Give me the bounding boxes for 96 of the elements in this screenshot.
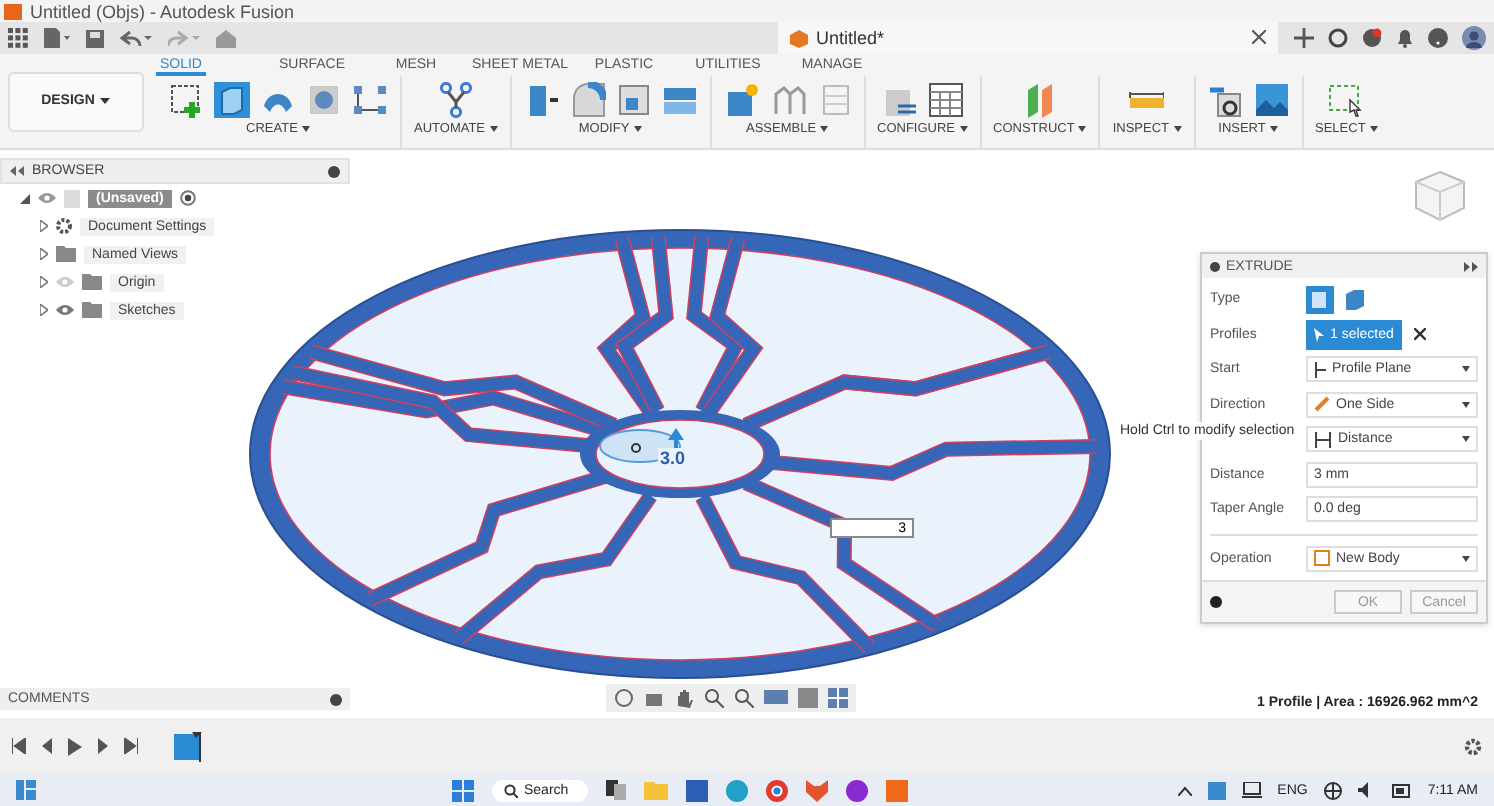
undo-icon[interactable] [120,28,152,48]
eye-icon[interactable] [56,304,74,316]
caret-icon [1269,126,1278,132]
manipulator-label: 3.0 [658,448,688,468]
battery-icon[interactable] [1391,783,1412,797]
clock-icon[interactable] [1328,28,1348,48]
collapsed-triangle-icon[interactable] [40,248,48,260]
caret-icon [1462,436,1470,443]
expanded-triangle-icon[interactable] [20,193,30,203]
new-body-icon [1314,550,1330,567]
save-icon[interactable] [86,29,104,47]
settings-icon[interactable] [1464,737,1482,755]
cursor-icon [1314,327,1324,342]
caret-icon [1462,401,1470,408]
window-select-icon[interactable] [1328,82,1365,118]
caret-icon [100,98,111,104]
task-view-icon[interactable] [606,780,627,800]
search-icon [504,783,518,797]
step-back-icon[interactable] [40,738,54,754]
circle-app-icon[interactable] [726,779,749,801]
radio-icon[interactable] [179,190,196,206]
fillet-icon[interactable] [569,82,606,118]
zoom-icon[interactable] [704,688,724,708]
plane-start-icon [1314,361,1326,378]
caret-icon [1462,366,1470,373]
close-icon[interactable] [1252,30,1266,44]
collapsed-triangle-icon[interactable] [40,304,48,316]
thin-extrude-icon[interactable] [1342,287,1366,312]
shell-icon[interactable] [615,82,652,118]
caret-icon [633,126,642,132]
file-icon[interactable] [44,28,70,48]
fox-app-icon[interactable] [806,779,829,801]
sketch-feature-icon[interactable] [174,731,202,761]
pin-icon[interactable] [328,165,340,177]
caret-icon [1462,555,1470,562]
document-app-icon[interactable] [686,779,709,801]
expand-icon[interactable] [1464,261,1478,271]
pin-icon[interactable] [330,693,342,705]
collapse-icon[interactable] [10,166,24,176]
caret-icon [1078,126,1087,132]
distance-icon [1314,431,1332,448]
circle-app-icon[interactable] [846,779,869,801]
tray-app-icon[interactable] [1207,781,1226,799]
caret-icon [489,126,498,132]
avatar-icon[interactable] [1462,26,1486,50]
help-icon[interactable] [1428,28,1448,48]
skip-start-icon[interactable] [12,738,26,754]
browser-icon[interactable] [766,779,789,801]
node-graph-icon[interactable] [437,82,474,118]
play-icon[interactable] [68,737,82,755]
sketch-icon[interactable] [168,82,204,118]
caret-icon [820,126,829,132]
app-logo-icon [4,3,22,19]
app-logo-icon[interactable] [886,779,909,801]
clear-icon[interactable] [1413,328,1426,341]
cube-icon [790,29,808,47]
combine-icon[interactable] [661,82,698,118]
grid-icon[interactable] [828,688,848,708]
skip-end-icon[interactable] [124,738,138,754]
caret-icon [959,126,968,132]
insert-derive-icon[interactable] [1207,82,1243,118]
collapsed-triangle-icon[interactable] [40,276,48,288]
pan-hand-icon[interactable] [674,688,694,708]
info-icon[interactable] [1210,596,1222,608]
document-icon [64,189,80,207]
eye-icon[interactable] [38,192,56,204]
image-icon[interactable] [1253,82,1289,118]
widgets-icon[interactable] [16,780,36,800]
pattern-icon[interactable] [352,82,388,118]
notification-dot-icon[interactable] [1362,28,1382,48]
document-tab[interactable]: Untitled* [816,28,885,48]
extrude-icon[interactable] [214,82,250,118]
chevron-up-icon[interactable] [1177,785,1192,795]
bullet-icon [1210,261,1220,271]
table-icon[interactable] [927,82,964,118]
step-forward-icon[interactable] [96,738,110,754]
new-component-icon[interactable] [723,82,760,118]
laptop-icon[interactable] [1241,782,1262,798]
display-icon[interactable] [764,688,788,708]
network-icon[interactable] [1323,781,1342,799]
hole-icon[interactable] [306,82,342,118]
zoom-window-icon[interactable] [734,688,754,708]
caret-icon [301,126,310,132]
caret-icon [1369,126,1378,132]
caret-icon [1173,126,1181,132]
collapsed-triangle-icon[interactable] [40,220,48,232]
joint-icon[interactable] [769,82,806,118]
gear-icon [56,218,72,234]
window-title: Untitled (Objs) - Autodesk Fusion [30,1,295,21]
start-icon[interactable] [452,779,474,801]
solid-extrude-icon[interactable] [1306,285,1334,314]
bell-icon[interactable] [1396,28,1414,48]
plus-icon[interactable] [1294,28,1314,48]
orbit-icon[interactable] [614,688,634,708]
extrude-arrow-icon[interactable] [668,428,684,448]
apps-grid-icon[interactable] [8,28,28,48]
